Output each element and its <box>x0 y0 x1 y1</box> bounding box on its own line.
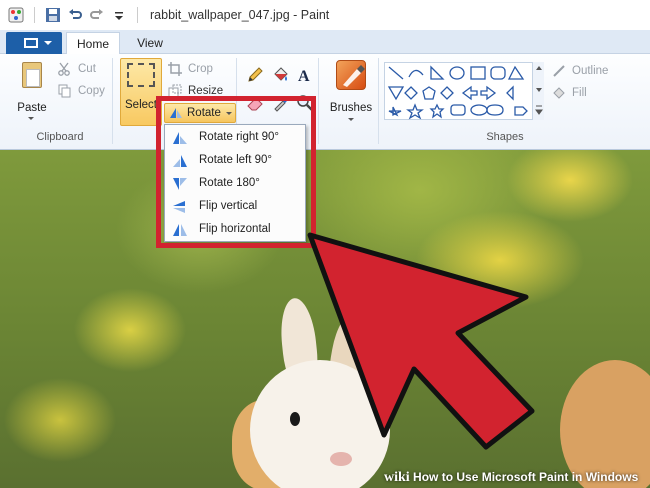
group-divider <box>112 58 113 144</box>
annotation-highlight-box <box>156 96 316 248</box>
rabbit-eye <box>290 412 300 426</box>
brushes-button[interactable]: Brushes <box>326 60 376 126</box>
window-title: rabbit_wallpaper_047.jpg - Paint <box>150 8 330 22</box>
brushes-label: Brushes <box>329 102 373 114</box>
copy-icon <box>58 84 72 98</box>
outline-icon <box>552 64 566 78</box>
watermark-brand: wiki <box>384 470 410 485</box>
pencil-icon[interactable] <box>246 66 264 84</box>
ribbon: Paste Cut Copy Clipboard Select Crop Res… <box>0 54 650 150</box>
selection-marquee-icon <box>127 63 155 87</box>
crop-label: Crop <box>188 63 213 75</box>
undo-icon[interactable] <box>67 7 83 23</box>
chevron-down-icon <box>28 117 34 120</box>
fill-icon <box>552 86 566 100</box>
title-bar: rabbit_wallpaper_047.jpg - Paint <box>0 0 650 30</box>
cut-label: Cut <box>78 63 96 75</box>
shapes-gallery-scrollbar[interactable] <box>532 62 544 120</box>
shapes-gallery-icons <box>387 65 528 120</box>
copy-button[interactable]: Copy <box>58 82 105 100</box>
shapes-group-label: Shapes <box>486 131 524 143</box>
svg-text:A: A <box>298 68 310 84</box>
crop-button[interactable]: Crop <box>168 60 213 78</box>
watermark-text: How to Use Microsoft Paint in Windows <box>413 470 639 484</box>
tab-view[interactable]: View <box>126 32 174 55</box>
paint-app-icon[interactable] <box>8 7 24 23</box>
divider <box>137 7 138 23</box>
select-label: Select <box>125 99 157 111</box>
fill-label: Fill <box>572 87 587 99</box>
outline-label: Outline <box>572 65 609 77</box>
shapes-gallery[interactable] <box>384 62 544 120</box>
file-menu-button[interactable] <box>6 32 62 54</box>
tab-home[interactable]: Home <box>66 32 120 55</box>
clipboard-icon <box>22 62 42 88</box>
clipboard-group-label: Clipboard <box>36 131 84 143</box>
chevron-down-icon <box>44 41 52 45</box>
paste-label: Paste <box>17 102 47 114</box>
brush-icon <box>336 60 366 90</box>
fill-bucket-icon[interactable] <box>272 66 290 84</box>
save-icon[interactable] <box>45 7 61 23</box>
divider <box>34 7 35 23</box>
annotation-arrow-icon <box>307 232 535 450</box>
cut-button[interactable]: Cut <box>58 60 96 78</box>
ribbon-tabs: Home View <box>0 30 650 55</box>
crop-icon <box>168 62 182 76</box>
customize-toolbar-icon[interactable] <box>111 7 127 23</box>
scissors-icon <box>58 62 72 76</box>
quick-access-toolbar <box>0 7 142 23</box>
group-divider <box>318 58 319 144</box>
group-divider <box>378 58 379 144</box>
chevron-down-icon <box>348 118 354 121</box>
fill-button[interactable]: Fill <box>552 84 587 102</box>
paste-button[interactable]: Paste <box>10 60 54 120</box>
copy-label: Copy <box>78 85 105 97</box>
outline-button[interactable]: Outline <box>552 62 608 80</box>
text-icon[interactable]: A <box>296 66 314 85</box>
redo-icon[interactable] <box>89 7 105 23</box>
file-menu-icon <box>24 38 38 48</box>
watermark: wiki How to Use Microsoft Paint in Windo… <box>384 470 638 486</box>
